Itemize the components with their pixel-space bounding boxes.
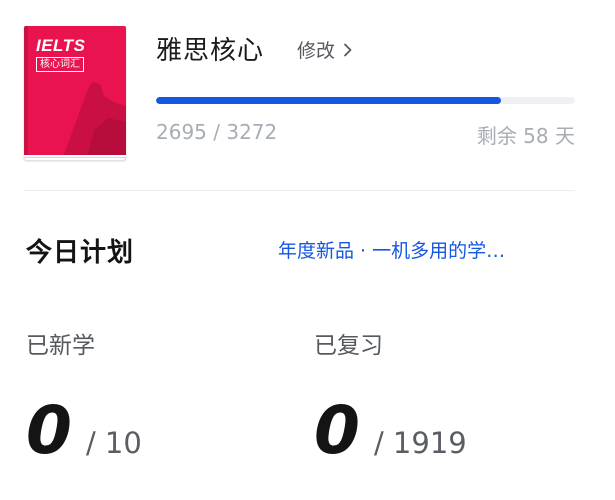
- new-learned-count: 0: [26, 392, 72, 469]
- edit-label: 修改: [297, 40, 336, 62]
- reviewed-stat: 0 / 1919: [314, 398, 467, 464]
- book-card: IELTS 核心词汇 雅思核心 修改 2695 / 3272 剩余 58 天: [0, 0, 615, 190]
- promo-link[interactable]: 年度新品 · 一机多用的学…: [278, 236, 505, 263]
- reviewed-total: / 1919: [373, 426, 467, 460]
- plan-title: 今日计划: [26, 238, 135, 268]
- new-learned-stat: 0 / 10: [26, 398, 142, 464]
- progress-count: 2695 / 3272: [156, 120, 278, 144]
- progress-fill: [156, 97, 502, 104]
- reviewed-label: 已复习: [314, 333, 383, 359]
- book-name: 雅思核心: [156, 36, 265, 66]
- new-learned-total: / 10: [85, 426, 142, 460]
- reviewed-count: 0: [314, 392, 360, 469]
- edit-book-button[interactable]: 修改: [297, 36, 355, 63]
- cover-spine: [24, 26, 28, 160]
- remaining-days: 剩余 58 天: [476, 124, 575, 148]
- section-divider: [24, 190, 575, 191]
- cover-bottom-band: [24, 155, 126, 160]
- cover-title: IELTS: [36, 36, 86, 55]
- progress-bar: [156, 97, 575, 104]
- book-cover[interactable]: IELTS 核心词汇: [24, 26, 126, 160]
- cover-tag: 核心词汇: [36, 57, 84, 72]
- new-learned-label: 已新学: [26, 333, 95, 359]
- chevron-right-icon: [344, 43, 352, 56]
